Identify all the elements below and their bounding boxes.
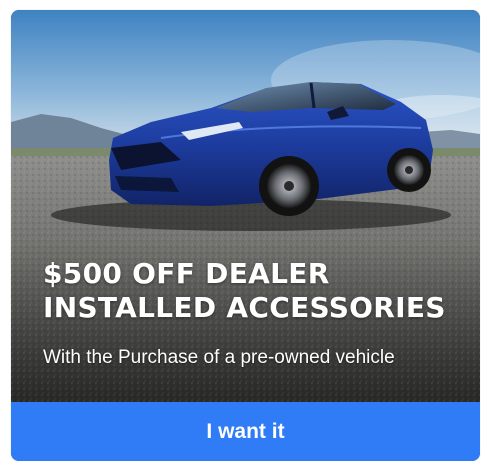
promo-headline: $500 OFF DEALER INSTALLED ACCESSORIES [43, 257, 463, 325]
promo-subline: With the Purchase of a pre-owned vehicle [43, 347, 395, 368]
promo-headline-line2: INSTALLED ACCESSORIES [43, 291, 446, 324]
i-want-it-button[interactable]: I want it [11, 402, 480, 461]
hero-image [11, 10, 480, 402]
promo-headline-line1: $500 OFF DEALER [43, 257, 330, 290]
promo-card: $500 OFF DEALER INSTALLED ACCESSORIES Wi… [11, 10, 480, 461]
